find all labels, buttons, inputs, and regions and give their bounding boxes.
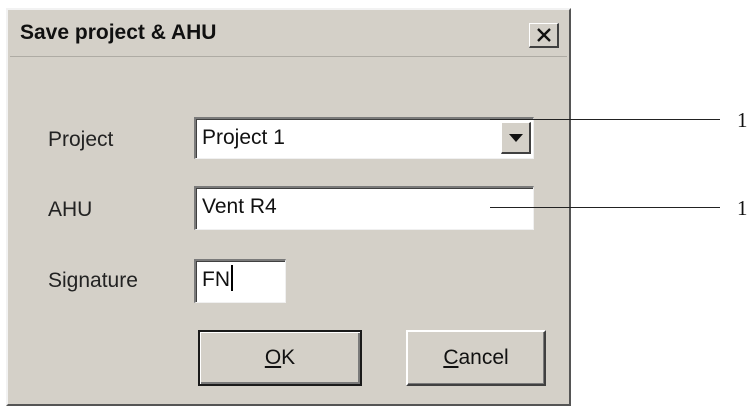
signature-value: FN <box>202 268 230 291</box>
signature-label: Signature <box>48 269 138 292</box>
project-dropdown-button[interactable] <box>501 122 531 154</box>
ok-label-rest: K <box>281 346 296 369</box>
ahu-label: AHU <box>48 198 93 221</box>
dropdown-arrow-icon <box>508 133 523 142</box>
close-button[interactable] <box>529 23 559 48</box>
project-combobox[interactable]: Project 1 <box>194 117 534 159</box>
close-icon <box>536 28 551 42</box>
dialog-titlebar[interactable]: Save project & AHU <box>10 12 567 57</box>
callout-number-ahu: 1 <box>737 196 748 220</box>
ok-button[interactable]: OK <box>198 330 362 386</box>
save-project-dialog: Save project & AHU Project Project 1 AHU… <box>6 8 571 406</box>
project-value: Project 1 <box>202 126 285 149</box>
cancel-mnemonic: C <box>443 346 459 369</box>
project-label: Project <box>48 128 114 151</box>
callout-line-ahu <box>490 207 720 208</box>
cancel-button[interactable]: Cancel <box>406 330 546 386</box>
text-cursor <box>231 265 233 292</box>
ok-mnemonic: O <box>264 346 282 369</box>
dialog-title: Save project & AHU <box>20 21 217 44</box>
callout-line-project <box>490 119 720 120</box>
ahu-value: Vent R4 <box>202 195 277 218</box>
signature-input[interactable]: FN <box>194 259 286 303</box>
cancel-label-rest: ancel <box>458 346 509 369</box>
callout-number-project: 1 <box>737 108 748 132</box>
ahu-input[interactable]: Vent R4 <box>194 186 534 230</box>
